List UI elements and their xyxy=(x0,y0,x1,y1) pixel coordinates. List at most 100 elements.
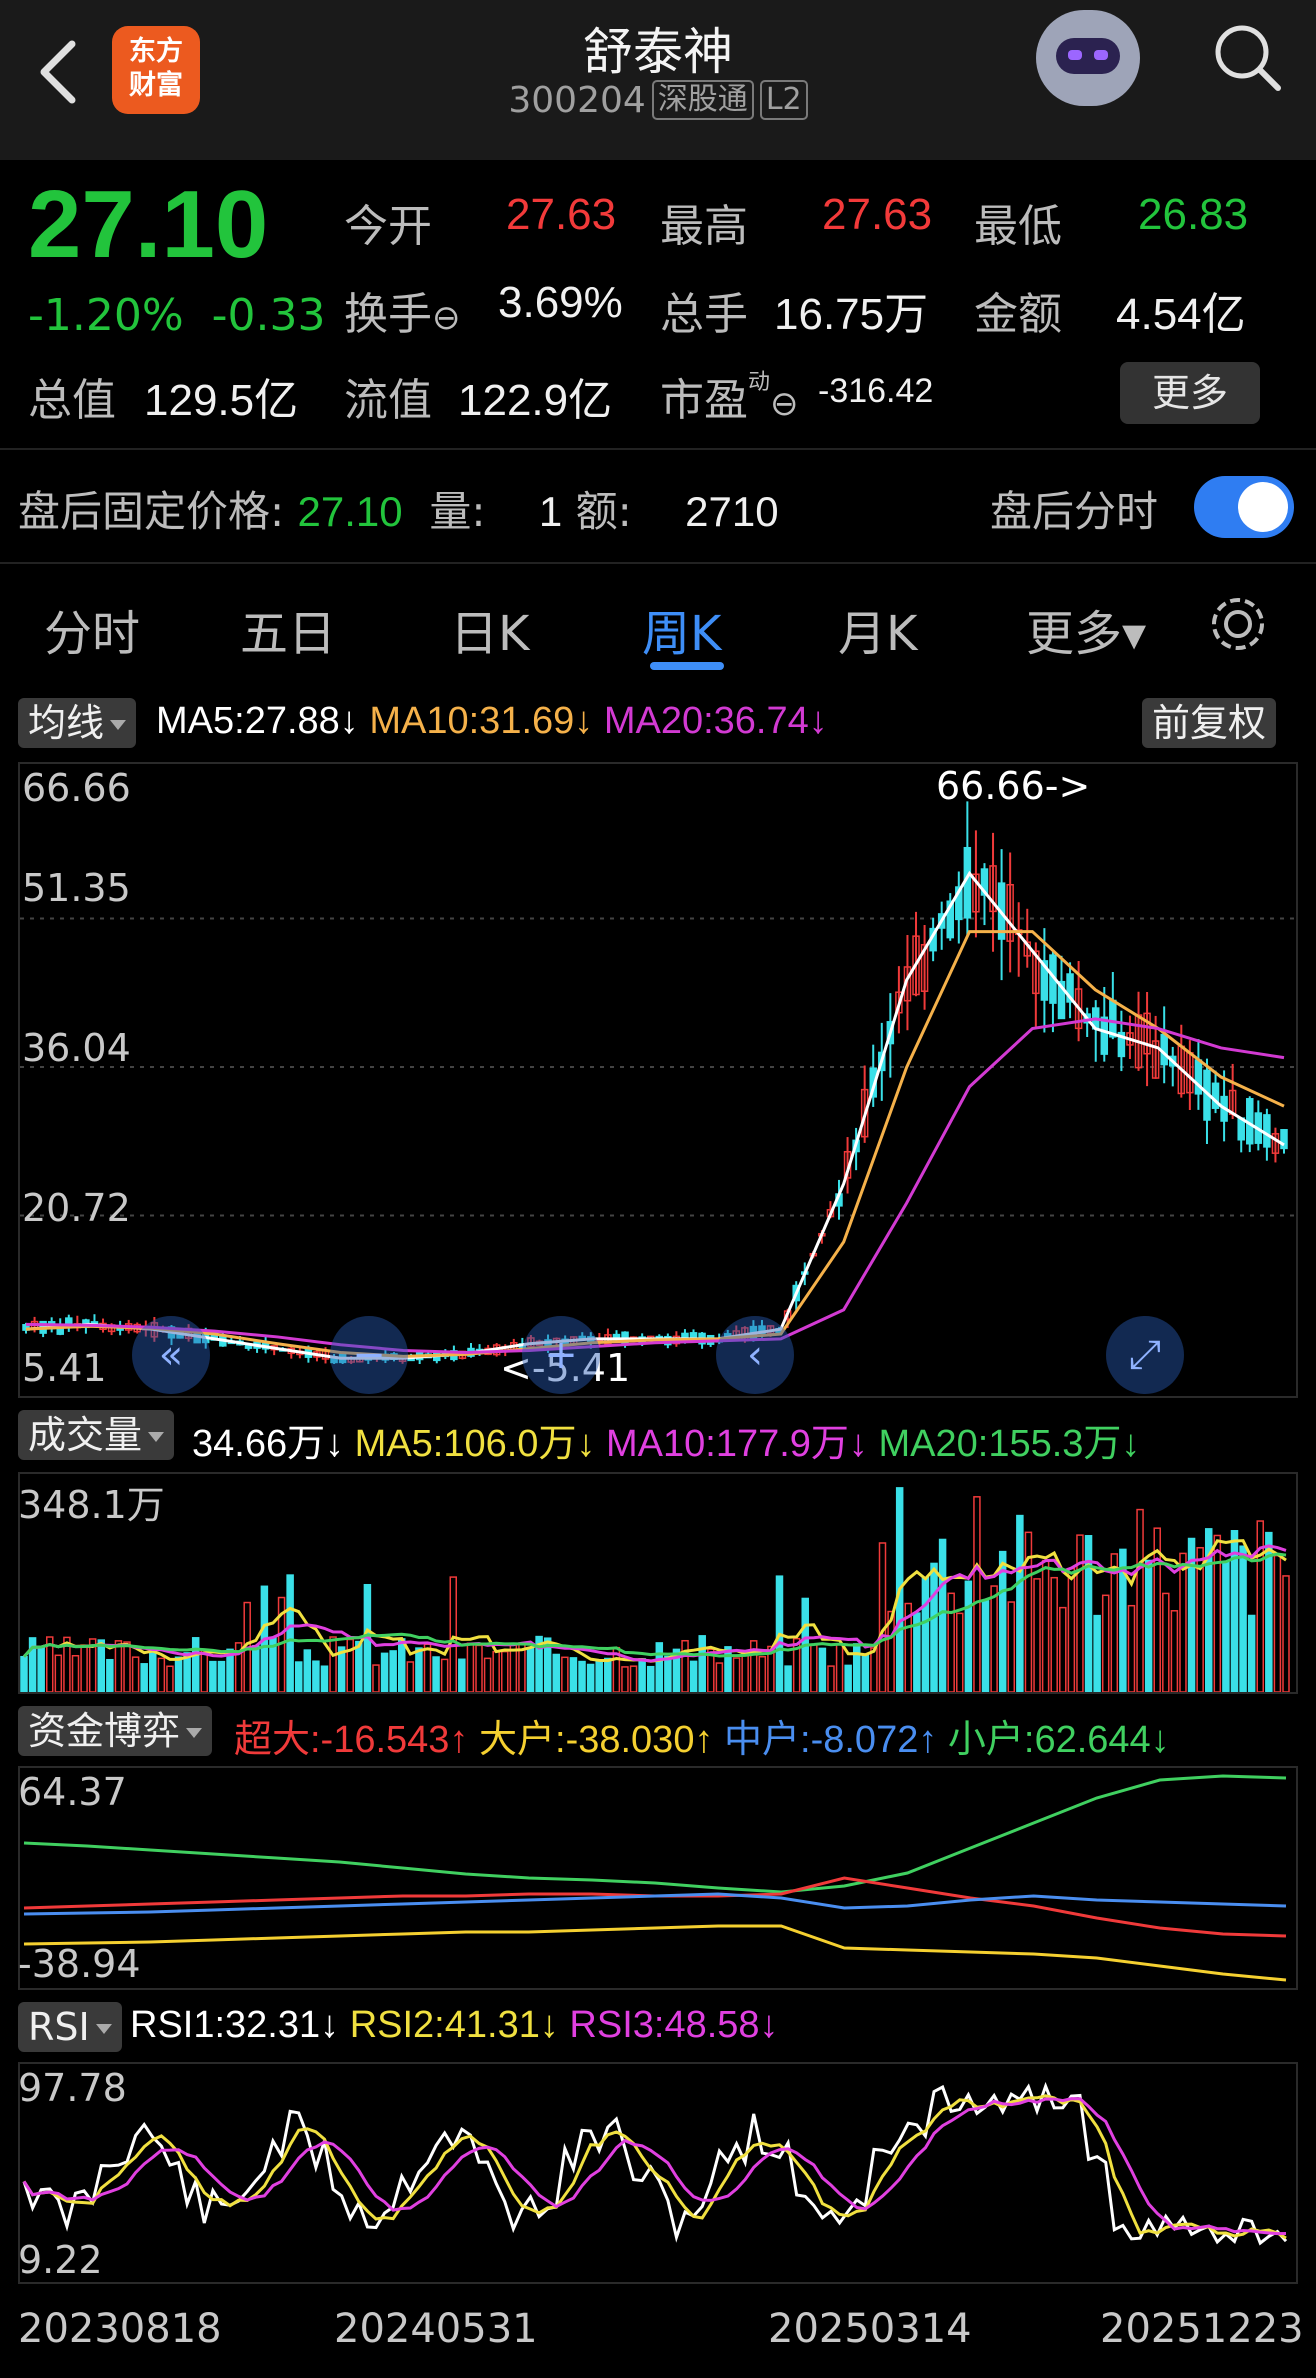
ma-selector[interactable]: 均线 xyxy=(18,698,137,748)
volume-bar xyxy=(475,1644,483,1693)
change-percent: -1.20% xyxy=(28,290,184,341)
after-hours-toggle[interactable] xyxy=(1194,476,1294,538)
volume-bar xyxy=(732,1657,741,1693)
tab-monthly-k[interactable]: 月K xyxy=(838,594,917,664)
high-label: 最高 xyxy=(660,201,748,252)
level2-tag: L2 xyxy=(759,80,808,120)
zoom-out-icon[interactable]: − xyxy=(330,1316,408,1394)
fund-flow-panel[interactable] xyxy=(18,1766,1298,1990)
rsi-line xyxy=(22,2097,1287,2236)
amount-label: 金额 xyxy=(974,289,1062,340)
volume-bar xyxy=(355,1640,363,1693)
robot-avatar-icon[interactable] xyxy=(1036,10,1140,106)
volume-bar xyxy=(458,1658,466,1693)
volume-bar xyxy=(346,1638,354,1693)
fund-flow-selector[interactable]: 资金博弈 xyxy=(18,1706,213,1756)
turnover-value: 3.69% xyxy=(498,278,623,327)
rsi-line xyxy=(22,2094,1287,2240)
rsi1-value: RSI1:32.31↓ xyxy=(130,2004,340,2046)
date-label: 20251223 xyxy=(1100,2306,1304,2352)
kline-chart[interactable] xyxy=(20,764,1296,1396)
volume-value: 34.66万↓ xyxy=(192,1423,345,1465)
rsi-panel[interactable] xyxy=(18,2062,1298,2284)
tab-five-day[interactable]: 五日 xyxy=(240,594,336,664)
volume-bar xyxy=(423,1643,432,1693)
rsi-axis-min: 9.22 xyxy=(18,2238,103,2282)
connect-tag: 深股通 xyxy=(651,80,754,120)
more-button[interactable]: 更多 xyxy=(1120,362,1260,424)
volume-bar xyxy=(981,1600,990,1693)
volume-bar xyxy=(784,1665,792,1693)
rsi-selector[interactable]: RSI xyxy=(18,2002,122,2052)
info-icon[interactable]: ⊖ xyxy=(432,298,461,338)
volume-bar xyxy=(1007,1601,1016,1693)
volume-bar xyxy=(947,1592,955,1693)
open-value: 27.63 xyxy=(506,190,617,239)
search-icon[interactable] xyxy=(1208,18,1288,98)
info-icon[interactable]: ⊖ xyxy=(770,384,799,424)
price-axis-label: 36.04 xyxy=(22,1026,131,1070)
volume-bar xyxy=(106,1658,114,1693)
volume-bar xyxy=(123,1641,131,1693)
market-cap-label: 总值 xyxy=(28,375,116,426)
tab-more[interactable]: 更多▾ xyxy=(1026,594,1146,664)
app-header: 东方 财富 舒泰神 300204 深股通 L2 xyxy=(0,0,1316,160)
tab-daily-k[interactable]: 日K xyxy=(450,594,529,664)
volume-bar xyxy=(252,1645,260,1693)
low-value: 26.83 xyxy=(1138,190,1249,239)
volume-bar xyxy=(629,1665,638,1693)
volume-selector[interactable]: 成交量 xyxy=(18,1410,175,1460)
volume-bar xyxy=(114,1640,123,1693)
current-price: 27.10 xyxy=(28,171,269,278)
rsi-chart[interactable] xyxy=(20,2064,1296,2282)
scroll-left-icon[interactable]: ‹ xyxy=(716,1316,794,1394)
volume-bar xyxy=(20,1655,28,1693)
volume-values: 34.66万↓ MA5:106.0万↓ MA10:177.9万↓ MA20:15… xyxy=(192,1412,1140,1467)
volume-bar xyxy=(698,1635,706,1693)
volume-bar xyxy=(1041,1559,1050,1693)
volume-bar xyxy=(827,1665,835,1693)
volume-bar xyxy=(552,1653,561,1693)
rsi2-value: RSI2:41.31↓ xyxy=(349,2004,559,2046)
high-value: 27.63 xyxy=(822,190,933,239)
volume-bar xyxy=(578,1660,586,1693)
volume-bar xyxy=(990,1585,998,1693)
zoom-in-icon[interactable]: + xyxy=(522,1316,600,1394)
adjust-selector[interactable]: 前复权 xyxy=(1142,698,1277,748)
pe-label[interactable]: 市盈动⊖ xyxy=(660,364,799,428)
volume-bar xyxy=(758,1655,767,1693)
date-label: 20230818 xyxy=(18,2306,222,2352)
turnover-label[interactable]: 换手⊖ xyxy=(344,278,461,342)
volume-bar xyxy=(1059,1606,1067,1693)
ma-line xyxy=(25,1017,1285,1354)
fund-flow-chart[interactable] xyxy=(20,1768,1296,1988)
divider xyxy=(0,562,1316,564)
volume-chart[interactable] xyxy=(20,1474,1296,1693)
market-cap-value: 129.5亿 xyxy=(144,376,299,425)
kline-panel[interactable] xyxy=(18,762,1298,1398)
volume-panel[interactable] xyxy=(18,1472,1298,1694)
price-change: -1.20% -0.33 xyxy=(28,290,326,341)
after-hours-info: 盘后固定价格: 27.10 量: 1 额: 2710 xyxy=(18,478,779,539)
price-axis-min: 5.41 xyxy=(22,1346,107,1390)
fund-axis-max: 64.37 xyxy=(18,1770,127,1814)
volume-bar xyxy=(174,1656,183,1693)
large-flow: 大户:-38.030↑ xyxy=(479,1719,714,1761)
scroll-left-fast-icon[interactable]: « xyxy=(132,1316,210,1394)
tab-weekly-k[interactable]: 周K xyxy=(642,594,721,664)
volume-bar xyxy=(689,1660,698,1693)
volume-bar xyxy=(964,1580,973,1693)
fullscreen-icon[interactable]: ⤢ xyxy=(1106,1316,1184,1394)
volume-bar xyxy=(1110,1553,1119,1693)
super-large-flow: 超大:-16.543↑ xyxy=(234,1719,469,1761)
volume-bar xyxy=(286,1574,294,1693)
volume-bar xyxy=(449,1576,458,1693)
volume-bar xyxy=(432,1656,440,1693)
after-hours-amt: 2710 xyxy=(685,488,779,535)
tab-intraday[interactable]: 分时 xyxy=(44,594,140,664)
rsi-values: RSI1:32.31↓ RSI2:41.31↓ RSI3:48.58↓ xyxy=(130,2004,779,2047)
gear-icon[interactable] xyxy=(1204,590,1272,658)
stock-code: 300204 xyxy=(508,80,646,121)
volume-bar xyxy=(621,1666,629,1693)
volume-bar xyxy=(604,1657,612,1693)
